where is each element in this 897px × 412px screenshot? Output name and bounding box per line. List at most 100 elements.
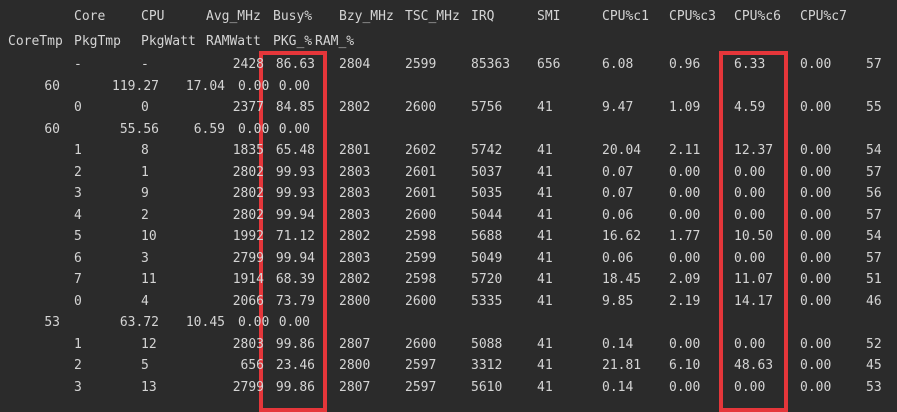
package-cell: 0.00 <box>278 78 310 94</box>
table-cell: 2600 <box>405 293 437 309</box>
table-cell: 0.00 <box>734 207 766 223</box>
package-cell: 0.00 <box>238 78 270 94</box>
table-cell: 12.37 <box>734 143 774 158</box>
table-cell: 1835 <box>232 143 264 158</box>
table-cell: 5742 <box>471 143 503 158</box>
package-cell: 0.00 <box>238 121 270 137</box>
table-cell: 18.45 <box>602 272 642 287</box>
column-header: RAM_% <box>315 34 355 49</box>
column-header: TSC_MHz <box>405 9 460 24</box>
column-header: CPU <box>141 9 165 24</box>
table-cell: 99.86 <box>275 336 315 352</box>
table-cell: 2 <box>74 358 82 373</box>
package-cell: 55.56 <box>119 121 159 137</box>
table-cell: 0.00 <box>669 250 701 266</box>
table-cell: 57 <box>866 164 882 180</box>
table-cell: 2066 <box>232 293 264 309</box>
table-cell: 7 <box>74 272 82 287</box>
column-header: CPU%c6 <box>734 9 781 24</box>
table-cell: 5756 <box>471 100 503 115</box>
table-cell: 21.81 <box>602 358 642 373</box>
table-cell: 0.14 <box>602 336 634 352</box>
table-cell: 2600 <box>405 207 437 223</box>
table-cell: 0.96 <box>669 57 701 72</box>
table-cell: 3 <box>141 250 149 266</box>
table-cell: - <box>74 57 82 72</box>
table-cell: 2800 <box>339 293 371 309</box>
table-cell: 84.85 <box>275 100 315 115</box>
column-header: IRQ <box>471 9 495 24</box>
table-cell: 6.33 <box>734 57 766 72</box>
table-cell: 41 <box>537 293 553 309</box>
table-cell: 99.94 <box>275 207 315 223</box>
table-cell: 9.85 <box>602 293 634 309</box>
table-cell: 3312 <box>471 358 503 373</box>
table-cell: 71.12 <box>275 229 315 244</box>
table-cell: 5035 <box>471 186 503 201</box>
table-cell: 0.07 <box>602 164 634 180</box>
table-cell: 0.00 <box>800 358 832 373</box>
table-cell: 3 <box>74 186 82 201</box>
table-cell: 14.17 <box>734 293 774 309</box>
package-cell: 53 <box>44 315 60 330</box>
table-cell: 2597 <box>405 358 437 373</box>
package-cell: 0.00 <box>278 121 310 137</box>
table-cell: 9 <box>141 186 149 201</box>
table-cell: 2807 <box>339 336 371 352</box>
table-cell: 2.09 <box>669 272 701 287</box>
table-cell: 1 <box>74 336 82 352</box>
table-cell: 2 <box>74 164 82 180</box>
table-cell: 1 <box>74 143 82 158</box>
table-cell: 4 <box>74 207 82 223</box>
table-cell: 2601 <box>405 186 437 201</box>
table-cell: 6.08 <box>602 57 634 72</box>
table-cell: 65.48 <box>275 143 315 158</box>
table-cell: 85363 <box>471 57 511 72</box>
table-cell: 2602 <box>405 143 437 158</box>
table-cell: 0 <box>141 100 149 115</box>
table-cell: 2428 <box>232 57 264 72</box>
table-cell: 2799 <box>232 250 264 266</box>
table-cell: 2597 <box>405 379 437 395</box>
table-cell: 0.00 <box>800 143 832 158</box>
table-cell: 41 <box>537 143 553 158</box>
table-cell: 3 <box>74 379 82 395</box>
table-cell: 2803 <box>232 336 264 352</box>
table-cell: 52 <box>866 336 882 352</box>
table-cell: 1 <box>141 164 149 180</box>
table-cell: 57 <box>866 207 882 223</box>
table-cell: 0.00 <box>800 207 832 223</box>
table-cell: 11.07 <box>734 272 774 287</box>
table-cell: 41 <box>537 379 553 395</box>
table-cell: 45 <box>866 358 882 373</box>
table-cell: 6 <box>74 250 82 266</box>
table-cell: 46 <box>866 293 882 309</box>
package-cell: 0.00 <box>238 315 270 330</box>
table-cell: 6.10 <box>669 358 701 373</box>
table-cell: 0.00 <box>669 379 701 395</box>
table-cell: 0.00 <box>800 379 832 395</box>
table-cell: 1.09 <box>669 100 701 115</box>
table-cell: 68.39 <box>275 272 315 287</box>
table-cell: 2600 <box>405 336 437 352</box>
table-cell: 0.00 <box>800 272 832 287</box>
table-cell: 54 <box>866 229 882 244</box>
table-cell: 48.63 <box>734 358 774 373</box>
table-cell: 2.11 <box>669 143 701 158</box>
package-cell: 0.00 <box>278 315 310 330</box>
table-cell: 2803 <box>339 186 371 201</box>
table-cell: 0 <box>74 100 82 115</box>
table-cell: - <box>141 57 149 72</box>
table-cell: 2802 <box>232 164 264 180</box>
table-cell: 99.93 <box>275 164 315 180</box>
column-header: Bzy_MHz <box>339 9 394 24</box>
table-cell: 2598 <box>405 229 437 244</box>
column-header: CPU%c3 <box>669 9 716 24</box>
column-header: RAMWatt <box>206 34 261 49</box>
package-cell: 63.72 <box>119 315 159 330</box>
table-cell: 0.00 <box>734 379 766 395</box>
table-cell: 0.00 <box>800 250 832 266</box>
table-cell: 4 <box>141 293 149 309</box>
package-cell: 60 <box>44 78 60 94</box>
table-cell: 0.00 <box>800 293 832 309</box>
